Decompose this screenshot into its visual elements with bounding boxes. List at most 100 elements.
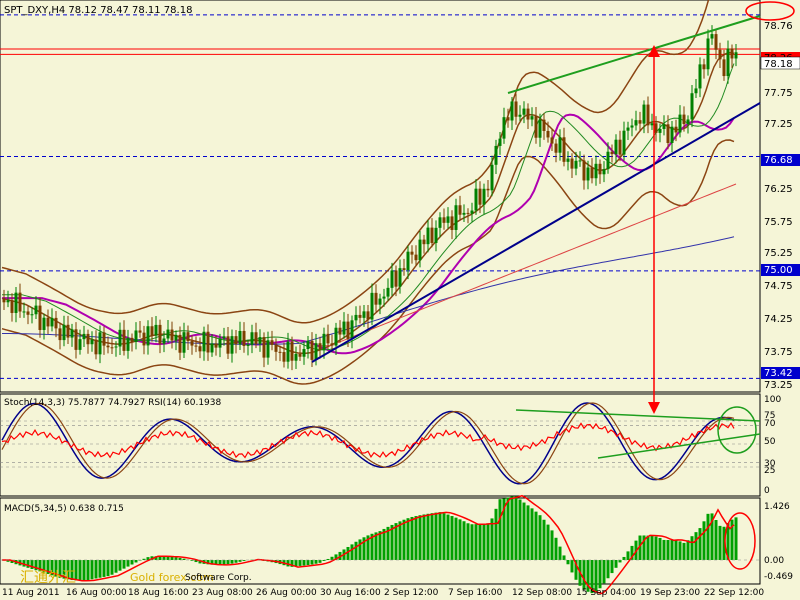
candle-body [6, 300, 10, 303]
macd-bar [614, 560, 618, 568]
candle-body [94, 339, 98, 355]
macd-bar [26, 560, 30, 568]
x-tick-label: 26 Aug 00:00 [256, 588, 317, 598]
macd-bar [130, 560, 134, 565]
macd-bar [442, 513, 446, 560]
candle-body [422, 239, 426, 245]
candle-body [146, 326, 150, 346]
candle-body [546, 130, 550, 138]
candle-body [294, 354, 298, 361]
candle-body [226, 336, 230, 354]
candle-body [626, 127, 630, 131]
candle-body [114, 346, 118, 348]
x-tick-label: 22 Sep 12:00 [704, 588, 764, 598]
candle-body [586, 167, 590, 181]
candle-body [490, 164, 494, 191]
candle-body [378, 298, 382, 305]
candle-body [398, 268, 402, 287]
candle-body [374, 292, 378, 305]
candle-body [250, 332, 254, 345]
macd-bar [222, 560, 226, 565]
macd-bar [526, 505, 530, 560]
candle-body [298, 354, 302, 357]
macd-bar [426, 513, 430, 560]
macd-bar [298, 560, 302, 566]
macd-bar [230, 560, 234, 564]
candle-body [90, 339, 94, 345]
candle-body [182, 332, 186, 353]
candle-body [610, 151, 614, 155]
macd-bar [510, 496, 514, 560]
candle-body [718, 49, 722, 60]
candle-body [318, 343, 322, 350]
candle-body [214, 343, 218, 348]
x-tick-label: 16 Aug 00:00 [66, 588, 127, 598]
macd-bar [118, 560, 122, 571]
macd-bar [398, 521, 402, 560]
x-tick-label: 18 Aug 16:00 [128, 588, 189, 598]
watermark-cn: 汇通外汇 [20, 570, 76, 586]
red-circle-top [745, 1, 795, 21]
y-tick-label: 75.00 [764, 265, 793, 276]
candle-body [482, 188, 486, 205]
y-tick-label: 77.25 [764, 119, 793, 130]
macd-bar [306, 560, 310, 566]
main-panel-frame [0, 0, 761, 393]
candle-body [566, 158, 570, 162]
candle-body [658, 128, 662, 133]
macd-bar [558, 546, 562, 560]
x-tick-label: 2 Sep 12:00 [384, 588, 439, 598]
x-tick-label: 15 Sep 04:00 [576, 588, 636, 598]
candle-body [198, 346, 202, 352]
candle-body [54, 317, 58, 329]
y-tick-label: 76.68 [764, 155, 793, 166]
candle-body [562, 137, 566, 162]
macd-bar [178, 557, 182, 560]
y-tick-label: 70 [764, 419, 776, 429]
candle-body [394, 270, 398, 287]
y-tick-label: 77.75 [764, 88, 793, 99]
macd-bar [382, 528, 386, 560]
stoch-panel-header: Stoch(14,3,3) 75.7877 74.7927 RSI(14) 60… [4, 398, 222, 408]
candle-body [590, 167, 594, 179]
y-tick-label: 73.75 [764, 347, 793, 358]
candle-body [350, 320, 354, 339]
macd-bar [670, 539, 674, 560]
macd-bar [666, 540, 670, 560]
macd-bar [610, 560, 614, 574]
candle-body [58, 328, 62, 341]
candle-body [534, 116, 538, 138]
candle-body [714, 34, 718, 50]
macd-bar [406, 518, 410, 560]
candle-body [202, 331, 206, 352]
candle-body [598, 163, 602, 175]
macd-bar [546, 524, 550, 560]
candle-body [98, 332, 102, 355]
macd-bar [454, 517, 458, 560]
horizontal-levels [0, 14, 760, 379]
macd-bar [174, 557, 178, 560]
macd-bar [538, 515, 542, 560]
y-tick-label: 74.75 [764, 281, 793, 292]
candle-body [222, 336, 226, 339]
macd-bar [394, 523, 398, 560]
macd-bar [94, 560, 98, 579]
macd-bar [226, 560, 230, 565]
candle-body [538, 119, 542, 138]
x-tick-label: 23 Aug 08:00 [192, 588, 253, 598]
candle-body [2, 298, 6, 303]
candle-body [346, 321, 350, 339]
macd-bar [490, 518, 494, 560]
watermark-text: Software Corp. [185, 573, 252, 583]
macd-bar [86, 560, 90, 581]
macd-bar [618, 560, 622, 563]
trend-lines [311, 1, 795, 414]
candle-body [42, 317, 46, 330]
macd-bar [126, 560, 130, 567]
macd-bar [234, 560, 238, 563]
main-panel-header: SPT_DXY,H4 78.12 78.47 78.11 78.18 [4, 5, 192, 16]
candle-body [682, 114, 686, 125]
candle-body [38, 305, 42, 330]
macd-bar [682, 542, 686, 560]
candle-body [158, 324, 162, 344]
